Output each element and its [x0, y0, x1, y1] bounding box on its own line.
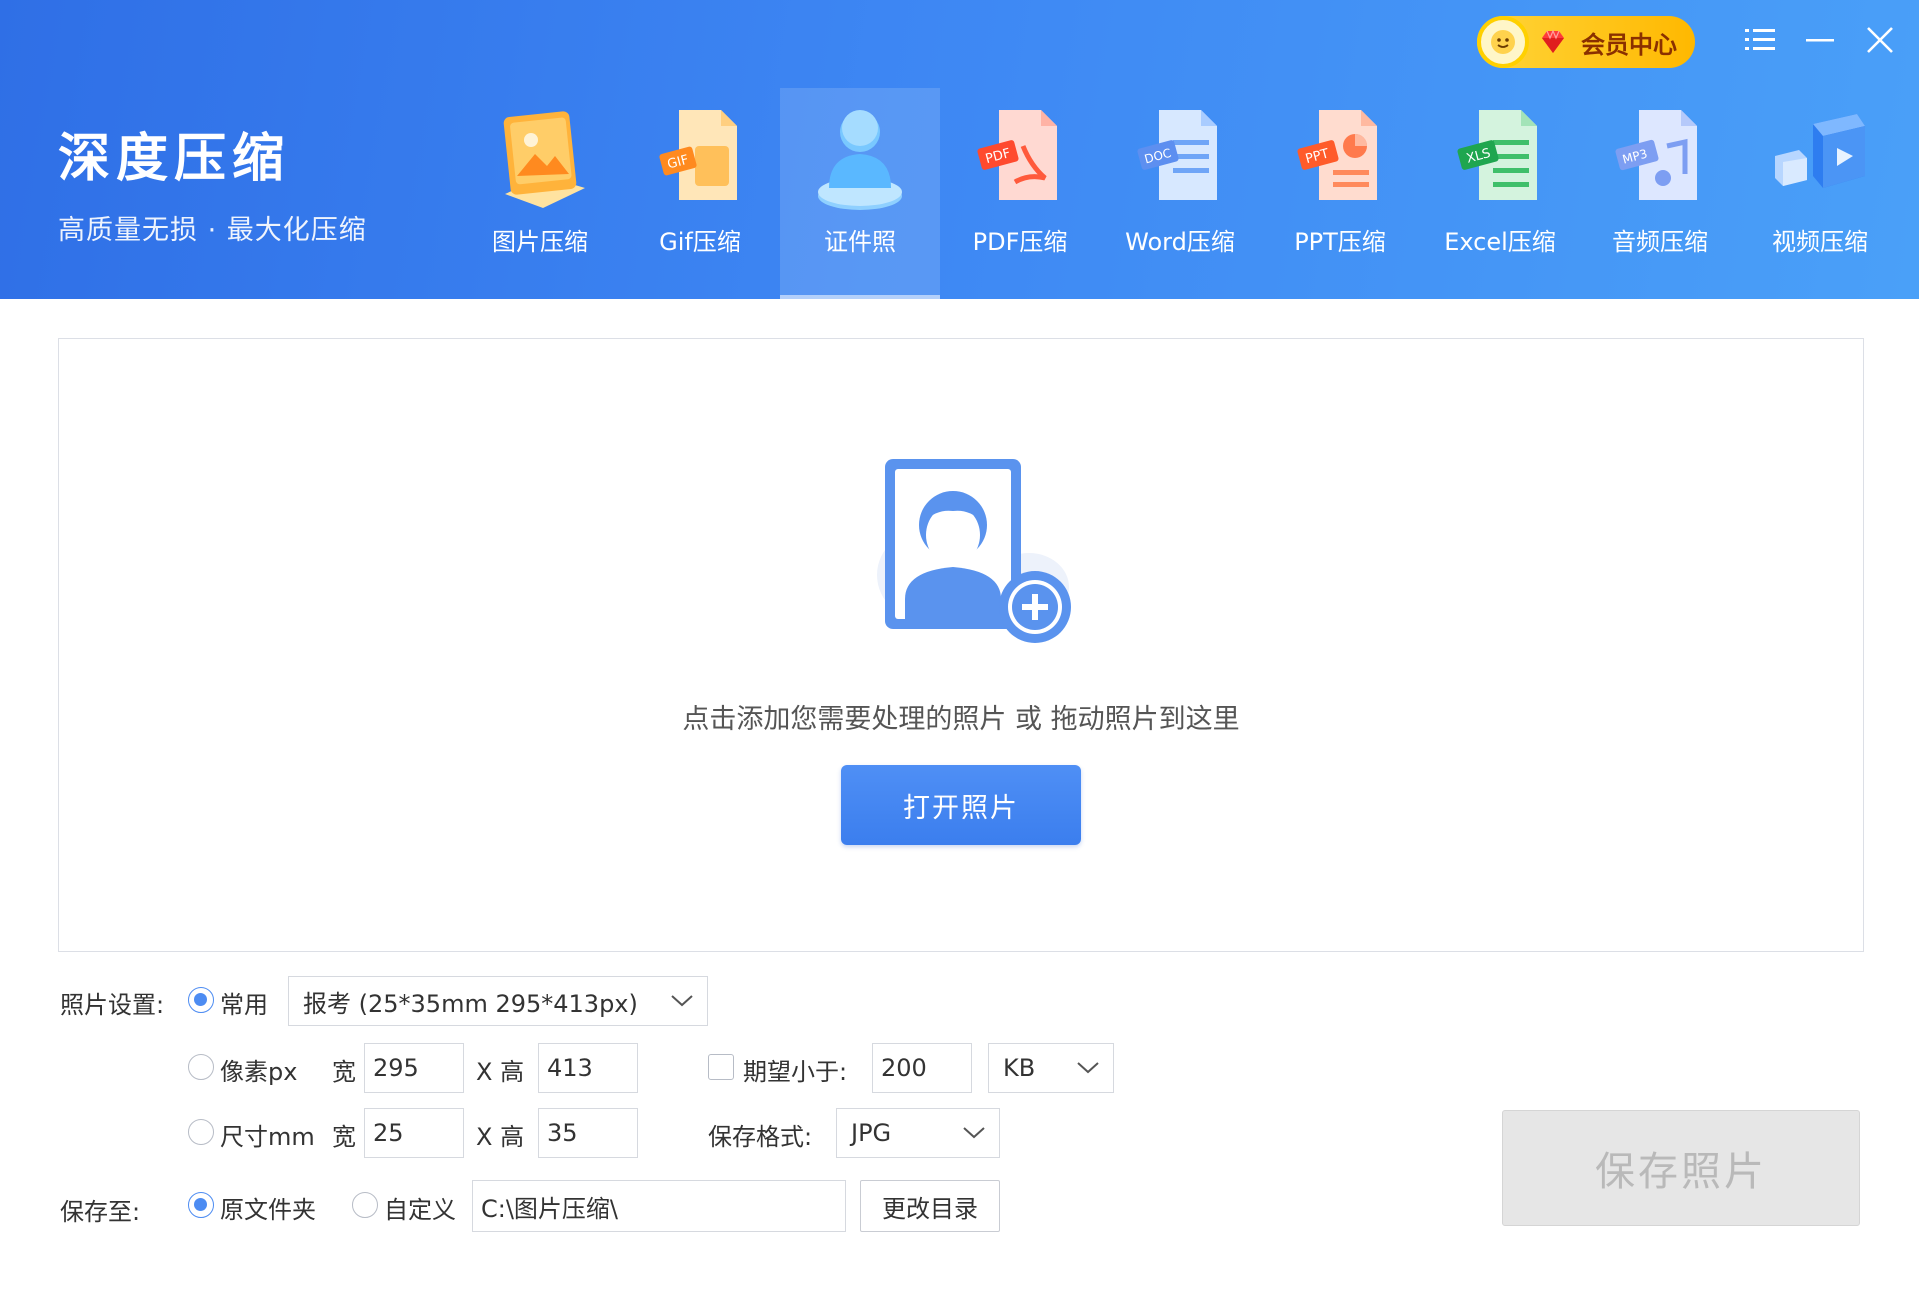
vip-label: 会员中心 — [1581, 30, 1677, 59]
tab-image-compress[interactable]: 图片压缩 — [460, 88, 620, 299]
radio-original-folder-label: 原文件夹 — [220, 1196, 316, 1224]
radio-mm[interactable] — [188, 1119, 214, 1145]
tab-pdf-compress[interactable]: PDF PDF压缩 — [940, 88, 1100, 299]
tab-label: 证件照 — [824, 228, 896, 256]
tab-label: Gif压缩 — [659, 228, 741, 256]
app-title: 深度压缩 — [58, 129, 291, 189]
photo-drop-area[interactable]: 点击添加您需要处理的照片 或 拖动照片到这里 打开照片 — [58, 338, 1864, 952]
header: 深度压缩 高质量无损 · 最大化压缩 图片压缩 GIF Gif压缩 证件照 PD… — [0, 0, 1919, 299]
id-photo-icon — [818, 110, 902, 210]
save-format-label: 保存格式: — [708, 1123, 813, 1151]
open-photo-button[interactable]: 打开照片 — [841, 765, 1081, 845]
save-format-value: JPG — [851, 1119, 892, 1147]
close-icon[interactable] — [1862, 22, 1898, 58]
vip-center-button[interactable]: 会员中心 — [1477, 16, 1695, 68]
tab-video-compress[interactable]: 视频压缩 — [1740, 88, 1900, 299]
drop-hint: 点击添加您需要处理的照片 或 拖动照片到这里 — [682, 704, 1240, 735]
tab-label: 音频压缩 — [1612, 228, 1708, 256]
gif-compress-icon: GIF — [659, 110, 737, 200]
pixel-height-input[interactable] — [538, 1043, 638, 1093]
tab-id-photo[interactable]: 证件照 — [780, 88, 940, 299]
radio-pixel[interactable] — [188, 1054, 214, 1080]
tab-label: Excel压缩 — [1444, 228, 1556, 256]
tab-label: Word压缩 — [1125, 228, 1235, 256]
pixel-width-label: 宽 — [332, 1058, 356, 1086]
tab-label: 视频压缩 — [1772, 228, 1868, 256]
radio-pixel-label: 像素px — [220, 1058, 298, 1086]
mm-width-input[interactable] — [364, 1108, 464, 1158]
preset-select[interactable]: 报考 (25*35mm 295*413px) — [288, 976, 708, 1026]
chevron-down-icon — [1077, 1062, 1099, 1074]
change-folder-button[interactable]: 更改目录 — [860, 1180, 1000, 1232]
radio-custom-folder[interactable] — [352, 1192, 378, 1218]
image-compress-icon — [503, 111, 585, 208]
size-unit-select[interactable]: KB — [988, 1043, 1114, 1093]
avatar — [1477, 16, 1529, 68]
photo-settings-label: 照片设置: — [60, 991, 165, 1019]
mm-height-label: X 高 — [476, 1123, 525, 1151]
save-to-label: 保存至: — [60, 1198, 141, 1226]
brand: 深度压缩 高质量无损 · 最大化压缩 — [58, 128, 367, 247]
radio-mm-label: 尺寸mm — [220, 1123, 315, 1151]
tab-excel-compress[interactable]: XLS Excel压缩 — [1420, 88, 1580, 299]
app-subtitle: 高质量无损 · 最大化压缩 — [58, 215, 367, 246]
expect-size-input[interactable] — [872, 1043, 972, 1093]
tab-label: 图片压缩 — [492, 228, 588, 256]
ppt-compress-icon: PPT — [1297, 110, 1377, 200]
save-format-select[interactable]: JPG — [836, 1108, 1000, 1158]
tab-label: PPT压缩 — [1294, 228, 1386, 256]
tool-tabs: 图片压缩 GIF Gif压缩 证件照 PDF PDF压缩 DOC Word压缩 … — [460, 88, 1900, 299]
radio-common[interactable] — [188, 987, 214, 1013]
mm-height-input[interactable] — [538, 1108, 638, 1158]
expect-size-label: 期望小于: — [743, 1058, 848, 1086]
chevron-down-icon — [671, 995, 693, 1007]
tab-word-compress[interactable]: DOC Word压缩 — [1100, 88, 1260, 299]
add-photo-icon — [877, 459, 1071, 643]
chevron-down-icon — [963, 1127, 985, 1139]
preset-value: 报考 (25*35mm 295*413px) — [303, 989, 638, 1018]
tab-audio-compress[interactable]: MP3 音频压缩 — [1580, 88, 1740, 299]
tab-gif-compress[interactable]: GIF Gif压缩 — [620, 88, 780, 299]
excel-compress-icon: XLS — [1457, 110, 1537, 200]
video-compress-icon — [1775, 114, 1865, 188]
radio-original-folder[interactable] — [188, 1192, 214, 1218]
pdf-compress-icon: PDF — [977, 110, 1057, 200]
radio-common-label: 常用 — [220, 991, 268, 1019]
save-photo-button[interactable]: 保存照片 — [1502, 1110, 1860, 1226]
pixel-width-input[interactable] — [364, 1043, 464, 1093]
word-compress-icon: DOC — [1137, 110, 1217, 200]
size-unit-value: KB — [1003, 1054, 1036, 1082]
menu-icon[interactable] — [1742, 22, 1778, 58]
tab-label: PDF压缩 — [972, 228, 1068, 256]
minimize-icon[interactable] — [1802, 22, 1838, 58]
tab-ppt-compress[interactable]: PPT PPT压缩 — [1260, 88, 1420, 299]
save-path-input[interactable] — [472, 1180, 846, 1232]
audio-compress-icon: MP3 — [1615, 110, 1697, 200]
diamond-icon — [1542, 29, 1564, 53]
pixel-height-label: X 高 — [476, 1058, 525, 1086]
mm-width-label: 宽 — [332, 1123, 356, 1151]
radio-custom-folder-label: 自定义 — [384, 1196, 456, 1224]
expect-size-checkbox[interactable] — [708, 1054, 734, 1080]
